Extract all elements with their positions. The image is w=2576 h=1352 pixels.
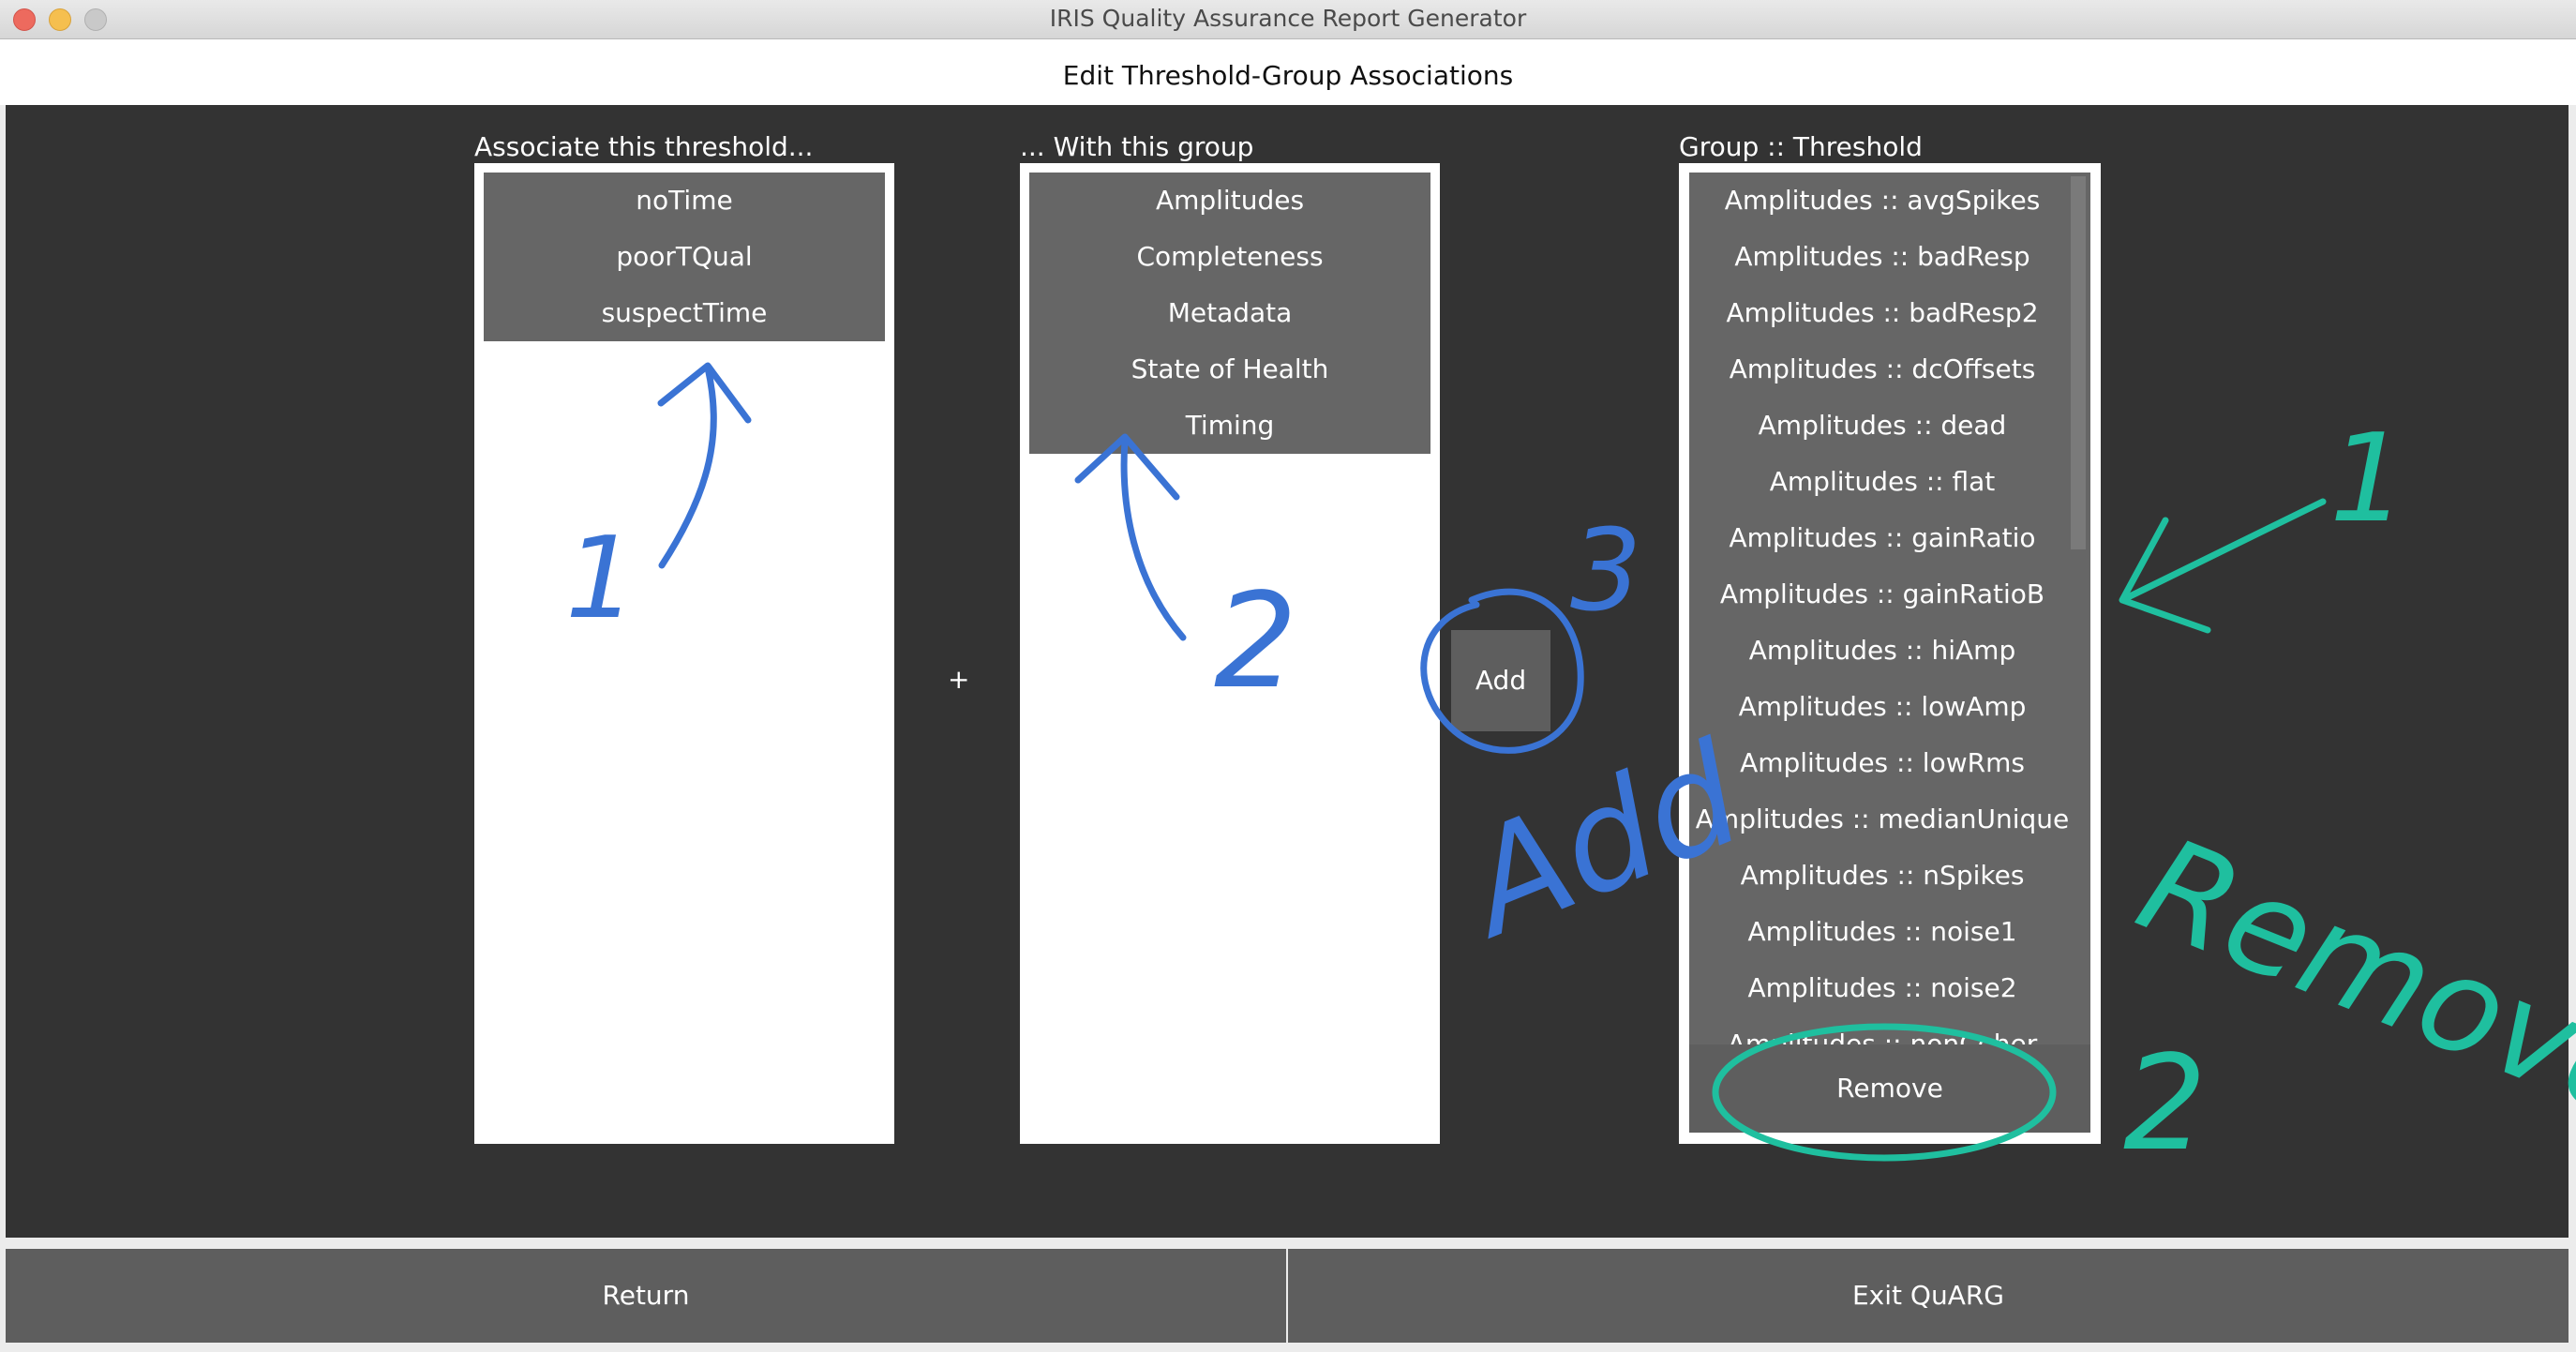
teal-arrow-1-head <box>2119 517 2211 634</box>
handdrawn-annotations: 1 2 3 Add 1 2 Remove <box>565 362 2576 1180</box>
blue-annotation-2: 2 <box>1214 565 1297 718</box>
teal-ellipse-around-remove <box>1712 1023 2057 1162</box>
teal-annotation-2: 2 <box>2123 1028 2207 1180</box>
teal-annotation-1: 1 <box>2329 407 2407 549</box>
blue-annotation-3: 3 <box>1570 506 1641 637</box>
blue-arrow-1-head <box>657 362 752 424</box>
blue-circle-around-add <box>1420 588 1584 754</box>
blue-annotation-1: 1 <box>565 514 637 644</box>
teal-arrow-1-shaft <box>2122 498 2327 602</box>
blue-annotation-add: Add <box>1440 713 1763 969</box>
